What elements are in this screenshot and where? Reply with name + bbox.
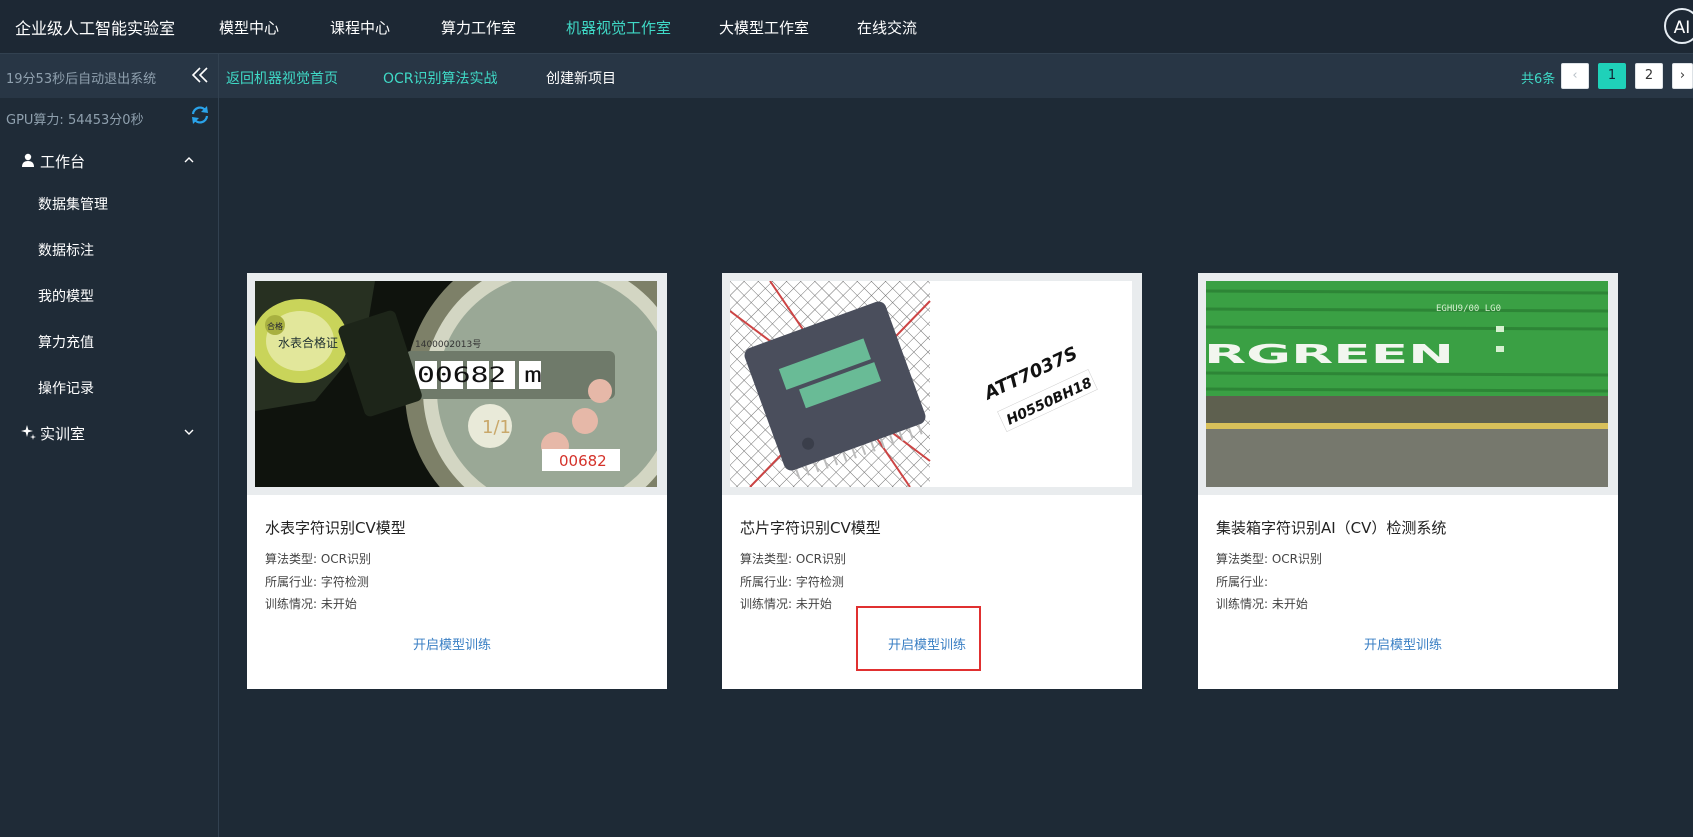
card-training-status: 训练情况: 未开始 bbox=[1216, 597, 1308, 611]
card-image-frame: 00682 m 1400002013号 1/1 水表合格证 合格 00682 bbox=[247, 273, 667, 495]
app-title: 企业级人工智能实验室 bbox=[15, 19, 176, 38]
nav-llm-studio[interactable]: 大模型工作室 bbox=[719, 17, 809, 38]
total-count: 共6条 bbox=[1521, 72, 1556, 87]
link-ocr-practice[interactable]: OCR识别算法实战 bbox=[383, 68, 498, 88]
container-code: EGHU9/00 LG0 bbox=[1436, 304, 1501, 314]
next-page-button[interactable]: › bbox=[1672, 63, 1693, 89]
card-image-frame: ATT7037S H0550BH18 bbox=[722, 273, 1142, 495]
meter-reading-label: 1/1 bbox=[482, 417, 511, 438]
menu-item-operation-log[interactable]: 操作记录 bbox=[38, 378, 94, 398]
card-title: 水表字符识别CV模型 bbox=[265, 519, 406, 537]
link-create-project[interactable]: 创建新项目 bbox=[546, 68, 616, 88]
menu-item-compute-recharge[interactable]: 算力充值 bbox=[38, 332, 94, 352]
menu-group-label: 实训室 bbox=[40, 425, 86, 443]
menu-item-dataset-management[interactable]: 数据集管理 bbox=[38, 194, 108, 214]
prev-page-button[interactable]: ‹ bbox=[1561, 63, 1589, 89]
card-title: 集装箱字符识别AI（CV）检测系统 bbox=[1216, 519, 1447, 537]
user-avatar[interactable]: AI bbox=[1664, 8, 1693, 44]
sub-header-bar: 返回机器视觉首页 OCR识别算法实战 创建新项目 共6条 ‹ 1 2 › bbox=[219, 54, 1693, 98]
card-industry: 所属行业: 字符检测 bbox=[265, 575, 369, 589]
project-card-container: EGHU9/00 LG0 RGREEN 集装箱字符识别AI（CV）检测系统 算法… bbox=[1198, 273, 1618, 689]
container-text: RGREEN bbox=[1206, 340, 1454, 370]
start-training-button[interactable]: 开启模型训练 bbox=[413, 634, 491, 653]
container-image: EGHU9/00 LG0 RGREEN bbox=[1206, 281, 1608, 487]
meter-digits: 00682 m bbox=[417, 363, 542, 387]
autologout-row: 19分53秒后自动退出系统 bbox=[0, 54, 218, 98]
highlight-box bbox=[856, 606, 981, 671]
nav-online-chat[interactable]: 在线交流 bbox=[857, 17, 917, 38]
card-title: 芯片字符识别CV模型 bbox=[740, 519, 881, 537]
double-chevron-left-icon[interactable] bbox=[189, 64, 211, 86]
card-training-status: 训练情况: 未开始 bbox=[265, 597, 357, 611]
card-industry: 所属行业: 字符检测 bbox=[740, 575, 844, 589]
chevron-up-icon bbox=[184, 157, 194, 163]
meter-reading-box: 00682 bbox=[559, 452, 607, 470]
page-1-button[interactable]: 1 bbox=[1598, 63, 1626, 89]
water-meter-image: 00682 m 1400002013号 1/1 水表合格证 合格 00682 bbox=[255, 281, 657, 487]
sparkle-icon bbox=[21, 425, 36, 440]
menu-group-workbench[interactable]: 工作台 bbox=[0, 142, 218, 178]
start-training-button[interactable]: 开启模型训练 bbox=[1364, 634, 1442, 653]
project-card-water-meter: 00682 m 1400002013号 1/1 水表合格证 合格 00682 水… bbox=[247, 273, 667, 689]
card-algo-type: 算法类型: OCR识别 bbox=[740, 552, 847, 566]
top-navbar: 企业级人工智能实验室 模型中心 课程中心 算力工作室 机器视觉工作室 大模型工作… bbox=[0, 0, 1693, 54]
nav-course-center[interactable]: 课程中心 bbox=[330, 17, 390, 38]
card-algo-type: 算法类型: OCR识别 bbox=[265, 552, 372, 566]
card-algo-type: 算法类型: OCR识别 bbox=[1216, 552, 1323, 566]
menu-group-label: 工作台 bbox=[40, 153, 86, 171]
autologout-timer: 19分53秒后自动退出系统 bbox=[6, 72, 157, 87]
card-industry: 所属行业: bbox=[1216, 575, 1269, 589]
card-training-status: 训练情况: 未开始 bbox=[740, 597, 832, 611]
gpu-balance: GPU算力: 54453分0秒 bbox=[6, 113, 144, 128]
meter-serial: 1400002013号 bbox=[415, 339, 481, 350]
card-image-frame: EGHU9/00 LG0 RGREEN bbox=[1198, 273, 1618, 495]
chevron-down-icon bbox=[184, 429, 194, 435]
nav-machine-vision-studio[interactable]: 机器视觉工作室 bbox=[566, 17, 671, 38]
link-back-to-mv-home[interactable]: 返回机器视觉首页 bbox=[226, 68, 338, 88]
meter-seal-text: 水表合格证 bbox=[278, 335, 338, 350]
user-icon bbox=[22, 153, 34, 167]
menu-item-my-models[interactable]: 我的模型 bbox=[38, 286, 94, 306]
nav-model-center[interactable]: 模型中心 bbox=[219, 17, 279, 38]
sidebar: 19分53秒后自动退出系统 GPU算力: 54453分0秒 工作台 数据集管理 … bbox=[0, 54, 219, 837]
meter-cert-badge: 合格 bbox=[267, 321, 283, 331]
refresh-icon[interactable] bbox=[189, 104, 211, 126]
menu-group-lab[interactable]: 实训室 bbox=[0, 414, 218, 450]
menu-item-data-annotation[interactable]: 数据标注 bbox=[38, 240, 94, 260]
nav-compute-studio[interactable]: 算力工作室 bbox=[441, 17, 516, 38]
chip-image: ATT7037S H0550BH18 bbox=[730, 281, 1132, 487]
page-2-button[interactable]: 2 bbox=[1635, 63, 1663, 89]
